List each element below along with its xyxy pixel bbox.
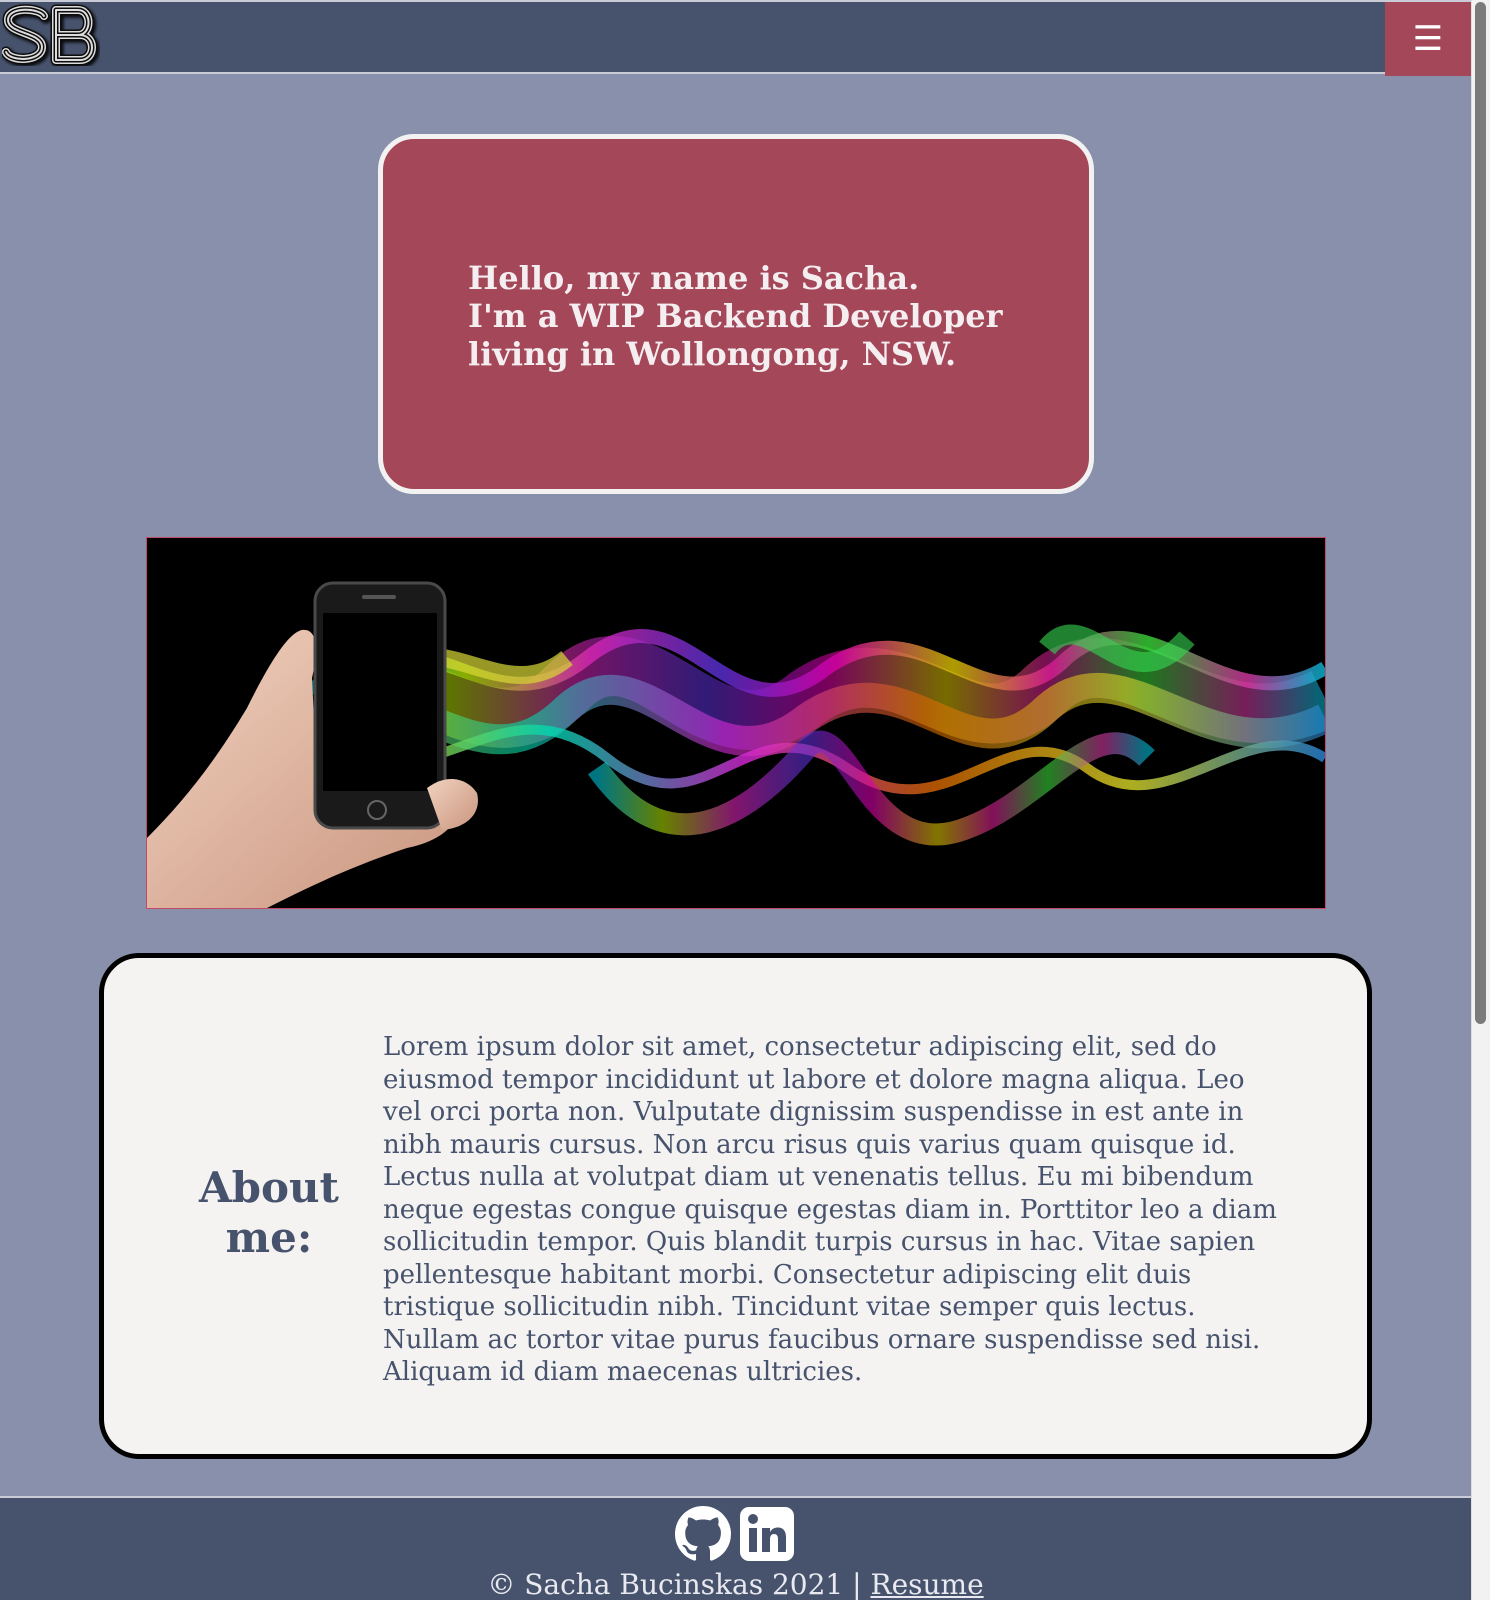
top-navbar: ☰ (0, 0, 1471, 76)
footer: © Sacha Bucinskas 2021 | Resume (0, 1496, 1471, 1600)
social-links (675, 1506, 795, 1562)
about-line: Lectus nulla at volutpat diam ut venenat… (383, 1162, 1254, 1192)
intro-card: Hello, my name is Sacha. I'm a WIP Backe… (378, 134, 1094, 494)
intro-text: Hello, my name is Sacha. I'm a WIP Backe… (468, 259, 1068, 373)
about-heading-line: About (199, 1163, 339, 1212)
copyright-line: © Sacha Bucinskas 2021 | Resume (0, 1568, 1471, 1600)
sb-logo[interactable] (2, 4, 100, 66)
about-line: pellentesque habitant morbi. Consectetur… (383, 1259, 1192, 1290)
copyright-text: © Sacha Bucinskas 2021 | (487, 1568, 862, 1600)
about-card: About me: Lorem ipsum dolor sit amet, co… (99, 953, 1372, 1459)
about-paragraph: Lorem ipsum dolor sit amet, consectetur … (383, 1031, 1343, 1389)
intro-line: I'm a WIP Backend Developer (468, 297, 1003, 335)
about-line: Nullam ac tortor vitae purus faucibus or… (383, 1324, 1261, 1355)
about-line: tristique sollicitudin nibh. Tincidunt v… (383, 1292, 1196, 1322)
about-line: eiusmod tempor incididunt ut labore et d… (383, 1064, 1245, 1095)
about-line: nibh mauris cursus. Non arcu risus quis … (383, 1129, 1236, 1160)
about-line: Lorem ipsum dolor sit amet, consectetur … (383, 1032, 1217, 1062)
intro-line: living in Wollongong, NSW. (468, 335, 957, 373)
page: ☰ Hello, my name is Sacha. I'm a WIP Bac… (0, 0, 1490, 1600)
phone-hand-banner-image (146, 537, 1326, 909)
scrollbar-thumb[interactable] (1475, 2, 1486, 1024)
about-line: sollicitudin tempor. Quis blandit turpis… (383, 1227, 1256, 1257)
about-line: neque egestas congue quisque egestas dia… (383, 1194, 1277, 1225)
github-icon[interactable] (675, 1506, 731, 1562)
intro-line: Hello, my name is Sacha. (468, 259, 920, 297)
menu-button[interactable]: ☰ (1385, 2, 1471, 76)
resume-link[interactable]: Resume (870, 1568, 983, 1600)
linkedin-icon[interactable] (739, 1506, 795, 1562)
about-line: Aliquam id diam maecenas ultricies. (383, 1357, 863, 1387)
vertical-scrollbar[interactable] (1471, 0, 1490, 1600)
about-heading: About me: (164, 1163, 374, 1263)
about-line: vel orci porta non. Vulputate dignissim … (383, 1097, 1244, 1127)
banner-artwork (147, 538, 1325, 908)
about-heading-line: me: (225, 1213, 313, 1262)
hamburger-menu-icon: ☰ (1412, 19, 1444, 59)
